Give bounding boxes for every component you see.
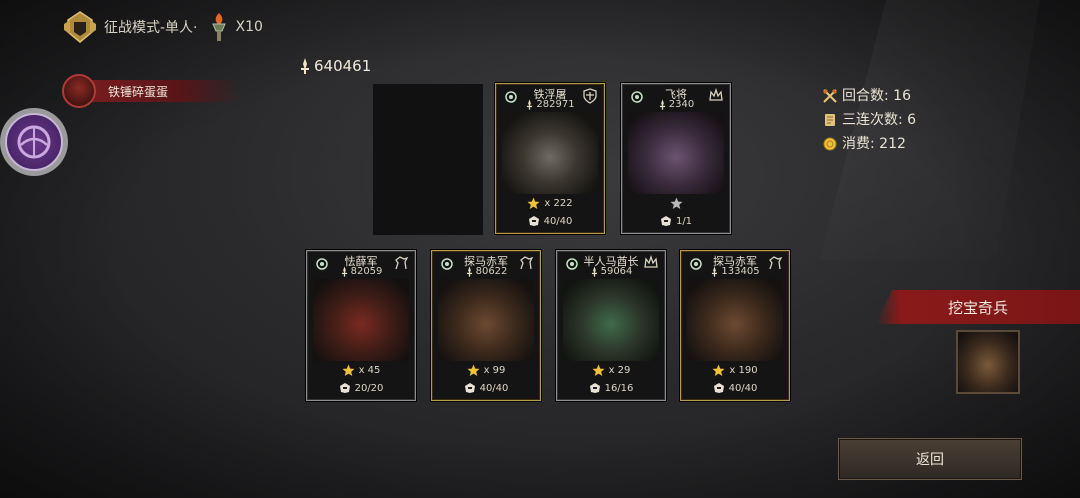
star-icon — [712, 364, 725, 376]
unit-card[interactable]: 怯薛军 82059 x 45 20/20 — [306, 250, 416, 401]
card-power-value: 59064 — [600, 266, 633, 277]
card-troops: 40/40 — [681, 382, 789, 394]
unit-portrait — [687, 279, 783, 361]
stat-rounds: 回合数: 16 — [822, 84, 916, 108]
scroll-icon — [825, 114, 835, 126]
cost-text: 消费: 212 — [842, 136, 906, 152]
troop-count: 40/40 — [728, 382, 758, 394]
card-power-value: 2340 — [668, 99, 695, 110]
troop-count: 16/16 — [604, 382, 634, 394]
sword-icon — [659, 99, 665, 110]
avatar — [62, 74, 96, 108]
star-count: x 45 — [358, 365, 381, 376]
helmet-icon — [589, 383, 600, 393]
helmet-icon — [339, 383, 350, 393]
card-power: 282971 — [496, 99, 604, 110]
card-stars: x 99 — [432, 364, 540, 377]
card-stars: x 45 — [307, 364, 415, 377]
unit-card[interactable]: 飞将 2340 1/1 — [621, 83, 731, 234]
card-power: 82059 — [307, 266, 415, 277]
sword-icon — [301, 58, 309, 74]
helmet-icon — [660, 216, 671, 226]
multiplier-label: X10 — [235, 19, 263, 35]
torch-icon — [211, 13, 226, 41]
back-button[interactable]: 返回 — [838, 438, 1022, 480]
troop-count: 40/40 — [543, 215, 573, 227]
star-icon — [670, 197, 682, 209]
player-tag[interactable]: 铁锤碎蛋蛋 — [62, 74, 242, 108]
total-power-value: 640461 — [314, 57, 372, 75]
helmet-icon — [528, 216, 539, 226]
unit-card[interactable]: 探马赤军 133405 x 190 40/40 — [680, 250, 790, 401]
star-count: x 29 — [608, 365, 631, 376]
sword-icon — [591, 266, 597, 277]
card-troops: 40/40 — [496, 215, 604, 227]
treasure-banner[interactable]: 挖宝奇兵 — [876, 290, 1080, 324]
star-count: x 222 — [544, 198, 573, 209]
card-power: 80622 — [432, 266, 540, 277]
star-icon — [342, 364, 355, 376]
stat-cost: 消费: 212 — [822, 132, 916, 156]
star-icon — [467, 364, 480, 376]
combo-text: 三连次数: 6 — [842, 112, 917, 128]
stat-combo: 三连次数: 6 — [822, 108, 916, 132]
mode-label: 征战模式-单人· — [104, 20, 198, 36]
back-button-label: 返回 — [916, 452, 944, 468]
empty-card-slot[interactable] — [373, 84, 483, 235]
card-troops: 40/40 — [432, 382, 540, 394]
helmet-icon — [64, 11, 96, 43]
target-icon — [5, 113, 63, 171]
card-stars: x 29 — [557, 364, 665, 377]
card-power: 2340 — [622, 99, 730, 110]
unit-card[interactable]: 半人马酋长 59064 x 29 16/16 — [556, 250, 666, 401]
crossed-axes-icon — [823, 89, 837, 103]
card-power-value: 80622 — [475, 266, 508, 277]
card-power-value: 82059 — [350, 266, 383, 277]
star-icon — [527, 197, 540, 209]
card-troops: 1/1 — [622, 215, 730, 227]
sword-icon — [466, 266, 472, 277]
helmet-icon — [464, 383, 475, 393]
coin-icon — [823, 137, 837, 151]
card-troops: 20/20 — [307, 382, 415, 394]
treasure-unit-portrait[interactable] — [956, 330, 1020, 394]
unit-portrait — [628, 112, 724, 194]
card-power: 133405 — [681, 266, 789, 277]
unit-portrait — [438, 279, 534, 361]
card-power: 59064 — [557, 266, 665, 277]
helmet-icon — [713, 383, 724, 393]
card-power-value: 282971 — [536, 99, 575, 110]
star-count: x 190 — [729, 365, 758, 376]
sword-icon — [341, 266, 347, 277]
unit-portrait — [313, 279, 409, 361]
unit-card[interactable]: 铁浮屠 282971 x 222 40/40 — [495, 83, 605, 234]
sword-icon — [527, 99, 533, 110]
unit-portrait — [502, 112, 598, 194]
star-count: x 99 — [483, 365, 506, 376]
sword-icon — [712, 266, 718, 277]
unit-card[interactable]: 探马赤军 80622 x 99 40/40 — [431, 250, 541, 401]
card-stars: x 190 — [681, 364, 789, 377]
battle-stats: 回合数: 16 三连次数: 6 消费: 212 — [822, 84, 916, 156]
treasure-title: 挖宝奇兵 — [947, 298, 1008, 317]
star-icon — [592, 364, 605, 376]
card-troops: 16/16 — [557, 382, 665, 394]
side-menu-button[interactable] — [0, 108, 68, 176]
card-stars: x 222 — [496, 197, 604, 210]
troop-count: 40/40 — [479, 382, 509, 394]
troop-count: 1/1 — [675, 215, 693, 227]
mode-bar: 征战模式-单人· X10 — [62, 10, 263, 44]
player-name: 铁锤碎蛋蛋 — [108, 84, 169, 99]
rounds-text: 回合数: 16 — [842, 88, 911, 104]
total-power: 640461 — [298, 57, 371, 75]
troop-count: 20/20 — [354, 382, 384, 394]
card-stars — [622, 197, 730, 210]
card-power-value: 133405 — [721, 266, 760, 277]
unit-portrait — [563, 279, 659, 361]
